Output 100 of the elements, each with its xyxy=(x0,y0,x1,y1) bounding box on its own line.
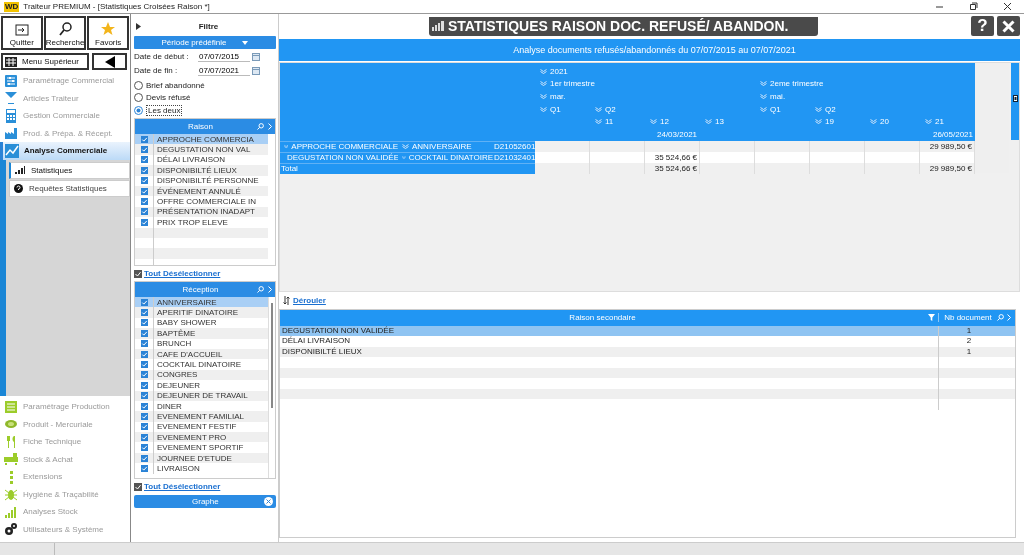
checkbox[interactable] xyxy=(140,413,148,420)
table-row[interactable]: DISPONIBILTÉ LIEUX 1 xyxy=(280,346,1015,357)
checkbox[interactable] xyxy=(134,482,142,491)
total-cell: 35 524,66 € xyxy=(654,163,697,173)
filter-icon[interactable] xyxy=(928,314,935,321)
period-dropdown[interactable]: Période prédéfinie xyxy=(134,36,276,49)
close-button[interactable] xyxy=(997,16,1020,36)
checkbox[interactable] xyxy=(134,269,142,278)
nav-item[interactable]: Analyse Commerciale xyxy=(0,142,130,160)
collapse-chevron-icon[interactable] xyxy=(402,144,409,150)
collapse-chevron-icon[interactable] xyxy=(705,119,712,125)
checkbox[interactable] xyxy=(140,371,148,379)
nav-subitem[interactable]: Statistiques xyxy=(9,161,130,179)
checkbox[interactable] xyxy=(140,208,148,216)
checkbox[interactable] xyxy=(140,433,148,441)
search-icon[interactable] xyxy=(257,286,264,293)
scrollbar[interactable] xyxy=(268,297,275,478)
left-triangle-icon xyxy=(104,55,115,68)
checkbox[interactable] xyxy=(140,350,148,358)
checkbox[interactable] xyxy=(140,156,148,164)
toolbar-button[interactable]: Recherche xyxy=(43,16,87,50)
collapse-chevron-icon[interactable] xyxy=(650,119,657,125)
column-header: mai. xyxy=(770,92,786,101)
radio-button[interactable] xyxy=(134,93,143,102)
end-date-field[interactable]: 07/07/2021 xyxy=(198,65,250,76)
collapse-chevron-icon[interactable] xyxy=(815,106,822,112)
checkbox[interactable] xyxy=(140,454,148,462)
collapse-chevron-icon[interactable] xyxy=(540,94,547,99)
fork-knife-icon xyxy=(4,434,18,449)
calendar-icon[interactable] xyxy=(252,66,260,75)
list-row[interactable]: BAPTÊME xyxy=(135,328,268,339)
checkbox[interactable] xyxy=(140,381,148,389)
restore-icon[interactable] xyxy=(969,2,978,11)
radio-label: Devis réfusé xyxy=(146,93,191,102)
back-button[interactable] xyxy=(92,53,127,70)
checkbox[interactable] xyxy=(140,464,148,472)
column-header[interactable]: Raison xyxy=(178,122,213,131)
collapse-chevron-icon[interactable] xyxy=(540,81,547,87)
toolbar-button[interactable]: Favoris xyxy=(87,16,129,50)
help-button[interactable]: ? xyxy=(971,16,994,36)
checkbox[interactable] xyxy=(140,392,148,400)
menu-button[interactable]: Menu Supérieur xyxy=(1,53,89,70)
chevron-right-icon[interactable] xyxy=(268,286,272,293)
checkbox[interactable] xyxy=(140,340,148,348)
deselect-all-link[interactable]: Tout Désélectionner xyxy=(144,269,221,278)
collapse-chevron-icon[interactable] xyxy=(815,119,822,125)
collapse-chevron-icon[interactable] xyxy=(760,94,767,99)
column-header: 2eme trimestre xyxy=(770,79,824,89)
graph-button[interactable]: Graphe xyxy=(134,495,276,508)
checkbox[interactable] xyxy=(140,298,148,306)
collapse-chevron-icon[interactable] xyxy=(595,119,602,125)
table-row[interactable]: DEGUSTATION NON VALIDÉE 1 xyxy=(280,325,1015,336)
scroll-handle-icon[interactable] xyxy=(1012,95,1018,102)
search-icon[interactable] xyxy=(997,314,1004,321)
checkbox[interactable] xyxy=(140,166,148,174)
list-row[interactable]: DEGUSTATION NON VAL xyxy=(135,144,268,155)
calendar-icon[interactable] xyxy=(252,52,260,61)
list-row[interactable]: DISPONIBILTÉ LIEUX xyxy=(135,165,268,176)
radio-button[interactable] xyxy=(134,106,143,115)
radio-label: Brief abandonné xyxy=(146,81,205,90)
radio-button[interactable] xyxy=(134,81,143,90)
list-row[interactable]: EVENEMENT FAMILIAL xyxy=(135,411,268,422)
expand-triangle-icon[interactable] xyxy=(136,22,141,30)
search-icon[interactable] xyxy=(257,123,264,130)
toolbar-button[interactable]: Quitter xyxy=(1,16,43,50)
checkbox[interactable] xyxy=(140,423,148,431)
collapse-chevron-icon[interactable] xyxy=(760,106,767,112)
chevron-right-icon[interactable] xyxy=(268,123,272,130)
nav-subitem[interactable]: Requêtes Statistiques xyxy=(9,179,130,197)
page-title: STATISTIQUES RAISON DOC. REFUSÉ/ ABANDON. xyxy=(429,16,819,36)
collapse-chevron-icon[interactable] xyxy=(595,106,602,112)
close-icon[interactable] xyxy=(1003,2,1012,11)
checkbox[interactable] xyxy=(140,361,148,369)
sort-arrows-icon[interactable] xyxy=(283,295,290,305)
checkbox[interactable] xyxy=(140,319,148,327)
sliders-icon xyxy=(4,73,18,88)
checkbox[interactable] xyxy=(140,135,148,143)
checkbox[interactable] xyxy=(140,309,148,317)
collapse-chevron-icon[interactable] xyxy=(925,119,932,125)
checkbox[interactable] xyxy=(140,402,148,410)
collapse-chevron-icon[interactable] xyxy=(760,81,767,87)
scrollbar[interactable] xyxy=(1011,63,1019,140)
column-header[interactable]: Réception xyxy=(172,285,219,294)
collapse-chevron-icon[interactable] xyxy=(540,68,547,74)
list-row[interactable]: CONGRES xyxy=(135,369,268,381)
deselect-all-link[interactable]: Tout Désélectionner xyxy=(144,482,221,491)
checkbox[interactable] xyxy=(140,329,148,337)
checkbox[interactable] xyxy=(140,146,148,154)
collapse-chevron-icon[interactable] xyxy=(540,106,547,112)
expand-link[interactable]: Dérouler xyxy=(293,295,326,305)
collapse-chevron-icon[interactable] xyxy=(870,119,877,125)
chevron-right-icon[interactable] xyxy=(1007,314,1011,321)
checkbox[interactable] xyxy=(140,177,148,185)
list-row[interactable]: DEJEUNER DE TRAVAIL xyxy=(135,390,268,401)
checkbox[interactable] xyxy=(140,444,148,452)
checkbox[interactable] xyxy=(140,218,148,226)
list-row[interactable]: APERITIF DINATOIRE xyxy=(135,307,268,318)
checkbox[interactable] xyxy=(140,187,148,195)
checkbox[interactable] xyxy=(140,198,148,206)
start-date-field[interactable]: 07/07/2015 xyxy=(198,51,250,62)
